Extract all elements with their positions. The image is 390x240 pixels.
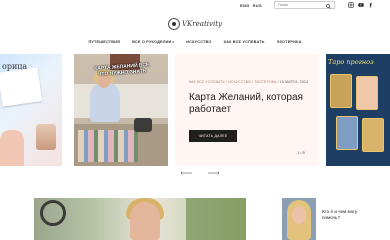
nav-item-art[interactable]: ИСКУССТВО (186, 40, 211, 44)
lang-eng[interactable]: ENG (240, 3, 250, 8)
post-date: / 18 МАРТА, 2024 (277, 80, 309, 84)
search-icon[interactable] (326, 3, 331, 9)
language-switcher: ENG RUS (240, 3, 262, 8)
logo-wordmark: VKreativity (182, 20, 222, 28)
nav-item-time-management[interactable]: КАК ВСЕ УСПЕВАТЬ (224, 40, 265, 44)
arrow-left-icon[interactable] (180, 171, 192, 175)
search-box[interactable] (274, 1, 335, 9)
bottle-image (36, 124, 56, 150)
instagram-icon[interactable] (348, 2, 354, 8)
hand-image (0, 130, 24, 166)
site-logo[interactable]: VKreativity (168, 14, 224, 34)
nav-item-handicraft[interactable]: ВСЕ О РУКОДЕЛИИ▾ (132, 40, 174, 44)
nav-item-travel[interactable]: ПУТЕШЕСТВИЯ (88, 40, 120, 44)
vision-board-cards (78, 130, 138, 162)
arrow-right-icon[interactable] (208, 171, 220, 175)
slider-arrows (180, 171, 220, 175)
author-teaser[interactable]: Кто я и чем могу помочь? (322, 209, 362, 221)
person-figure (90, 82, 120, 122)
nav-item-esoterics[interactable]: ЭЗОТЕРИКА (277, 40, 302, 44)
chevron-down-icon: ▾ (172, 40, 175, 44)
post-title[interactable]: Карта Желаний, которая работает (189, 92, 313, 116)
slide-counter: 1 / 8 (297, 150, 305, 155)
slide-prev-title: орица (2, 62, 28, 71)
social-links (348, 2, 374, 8)
slide-next-image[interactable]: Таро прогноз (326, 54, 390, 166)
featured-post-image[interactable] (34, 198, 246, 240)
post-meta: КАК ВСЕ УСПЕВАТЬ / ИСКУССТВО / ЭЗОТЕРИКА… (189, 80, 309, 85)
facebook-icon[interactable] (368, 2, 374, 8)
slide-main-image[interactable]: КАРТА ЖЕЛАНИЙ ВСЕ ЧТО НУЖНО ЗНАТЬ (74, 54, 168, 166)
youtube-icon[interactable] (358, 2, 364, 8)
logo-mark-icon (168, 18, 180, 30)
slide-text-panel: КАК ВСЕ УСПЕВАТЬ / ИСКУССТВО / ЭЗОТЕРИКА… (175, 54, 319, 166)
product-box (0, 67, 43, 107)
read-more-button[interactable]: ЧИТАТЬ ДАЛЕЕ (189, 130, 237, 142)
ring-light (40, 200, 66, 226)
main-nav: ПУТЕШЕСТВИЯ ВСЕ О РУКОДЕЛИИ▾ ИСКУССТВО К… (0, 40, 390, 44)
slide-next-title: Таро прогноз (328, 58, 374, 66)
post-categories[interactable]: КАК ВСЕ УСПЕВАТЬ / ИСКУССТВО / ЭЗОТЕРИКА (189, 80, 276, 84)
slide-prev-image[interactable]: орица (0, 54, 62, 166)
author-photo[interactable] (282, 198, 316, 240)
lang-rus[interactable]: RUS (253, 3, 262, 8)
search-input[interactable] (278, 3, 326, 7)
